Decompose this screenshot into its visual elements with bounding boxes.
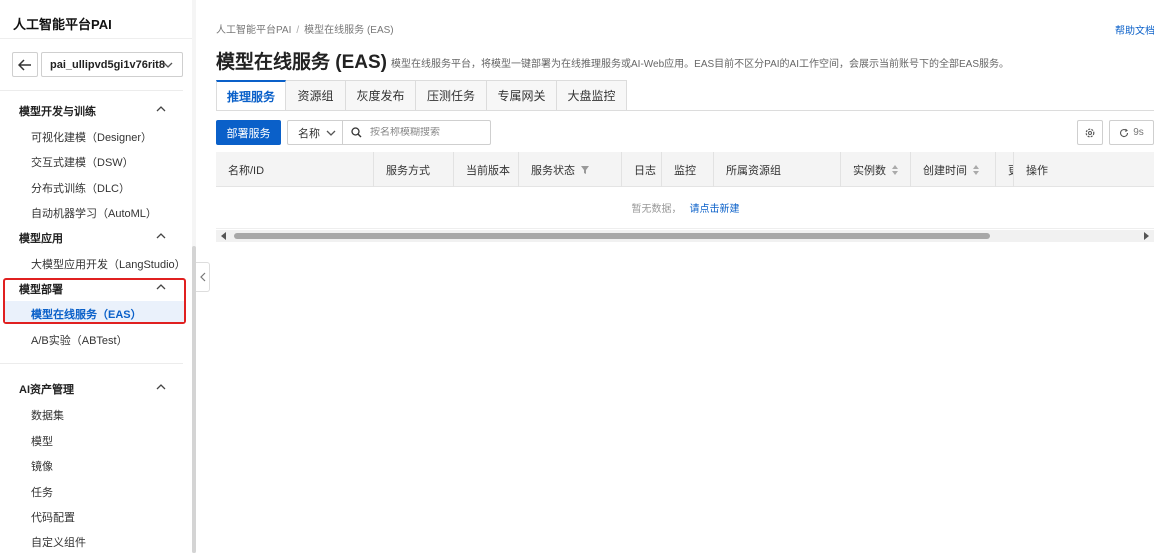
group-title-app[interactable]: 模型应用 xyxy=(19,230,63,246)
divider xyxy=(0,363,183,364)
sidebar-item-designer[interactable]: 可视化建模（Designer） xyxy=(31,129,152,145)
sidebar-item-eas[interactable]: 模型在线服务（EAS） xyxy=(31,306,142,322)
divider xyxy=(0,90,183,91)
divider xyxy=(0,38,195,39)
sidebar-item-abtest[interactable]: A/B实验（ABTest） xyxy=(31,332,128,348)
chevron-up-icon[interactable] xyxy=(155,381,167,393)
brand-title: 人工智能平台PAI xyxy=(13,17,112,32)
search-input[interactable] xyxy=(370,127,480,138)
column-header-instances[interactable]: 实例数 xyxy=(841,152,911,187)
breadcrumb-current: 模型在线服务 (EAS) xyxy=(304,25,394,36)
breadcrumb-root[interactable]: 人工智能平台PAI xyxy=(216,25,291,36)
sidebar-item-datasets[interactable]: 数据集 xyxy=(31,407,64,423)
page-title: 模型在线服务 (EAS) xyxy=(216,52,388,73)
arrow-left-icon xyxy=(18,58,31,71)
column-header-label: 服务状态 xyxy=(531,164,575,177)
filter-field-select[interactable]: 名称 xyxy=(287,120,343,145)
scroll-left-icon[interactable] xyxy=(221,232,227,240)
sidebar-item-code[interactable]: 代码配置 xyxy=(31,509,75,525)
tab-canary-release[interactable]: 灰度发布 xyxy=(346,80,416,111)
chevron-down-icon xyxy=(163,62,173,68)
app-root: 人工智能平台PAI pai_ullipvd5gi1v76rit8 模型开发与训练… xyxy=(0,0,1172,553)
tab-dedicated-gateway[interactable]: 专属网关 xyxy=(487,80,557,111)
refresh-button[interactable]: 9s xyxy=(1109,120,1154,145)
sidebar-item-components[interactable]: 自定义组件 xyxy=(31,534,86,550)
sidebar-item-models[interactable]: 模型 xyxy=(31,433,53,449)
empty-text: 暂无数据， xyxy=(631,204,682,215)
sidebar-item-automl[interactable]: 自动机器学习（AutoML） xyxy=(31,205,157,221)
sidebar-item-dlc[interactable]: 分布式训练（DLC） xyxy=(31,180,130,196)
column-header: 名称/ID xyxy=(216,152,374,187)
column-header: 当前版本 xyxy=(454,152,519,187)
page-edge xyxy=(1154,0,1172,553)
refresh-icon xyxy=(1120,128,1129,137)
table-empty-row: 暂无数据， 请点击新建 xyxy=(216,187,1155,229)
chevron-up-icon[interactable] xyxy=(155,281,167,293)
sort-icon[interactable] xyxy=(972,164,980,175)
settings-button[interactable] xyxy=(1077,120,1103,145)
search-icon xyxy=(351,127,362,138)
search-box[interactable] xyxy=(342,120,491,145)
chevron-left-icon xyxy=(199,272,205,282)
column-header-label: 实例数 xyxy=(853,164,886,177)
column-header: 监控 xyxy=(662,152,714,187)
sidebar: 人工智能平台PAI pai_ullipvd5gi1v76rit8 模型开发与训练… xyxy=(0,0,196,553)
sidebar-item-images[interactable]: 镜像 xyxy=(31,458,53,474)
tab-bar: 推理服务 资源组 灰度发布 压测任务 专属网关 大盘监控 xyxy=(216,80,627,111)
collapse-sidebar-button[interactable] xyxy=(196,262,210,292)
column-header: 服务方式 xyxy=(374,152,454,187)
sort-icon[interactable] xyxy=(891,164,899,175)
tab-stress-test[interactable]: 压测任务 xyxy=(416,80,487,111)
breadcrumb: 人工智能平台PAI / 模型在线服务 (EAS) xyxy=(216,21,394,36)
column-header: 日志 xyxy=(622,152,662,187)
create-new-link[interactable]: 请点击新建 xyxy=(690,200,740,215)
sidebar-item-jobs[interactable]: 任务 xyxy=(31,484,53,500)
back-button[interactable] xyxy=(12,52,38,77)
page-description: 模型在线服务平台，将模型一键部署为在线推理服务或AI-Web应用。EAS目前不区… xyxy=(391,59,1010,70)
scroll-thumb[interactable] xyxy=(234,233,990,239)
filter-icon[interactable] xyxy=(580,165,590,175)
column-header: 操作 xyxy=(1026,164,1048,177)
scroll-right-icon[interactable] xyxy=(1143,232,1149,240)
filter-field-value: 名称 xyxy=(298,127,320,140)
workspace-name: pai_ullipvd5gi1v76rit8 xyxy=(50,58,165,71)
table-horizontal-scrollbar[interactable] xyxy=(216,230,1155,242)
divider xyxy=(216,110,1155,111)
help-docs-link[interactable]: 帮助文档 xyxy=(1115,22,1155,37)
group-title-assets[interactable]: AI资产管理 xyxy=(19,381,74,397)
breadcrumb-separator: / xyxy=(296,25,300,36)
workspace-select[interactable]: pai_ullipvd5gi1v76rit8 xyxy=(41,52,183,77)
tab-resource-group[interactable]: 资源组 xyxy=(286,80,346,111)
sidebar-item-dsw[interactable]: 交互式建模（DSW） xyxy=(31,154,134,170)
column-header-label: 创建时间 xyxy=(923,164,967,177)
column-header-status[interactable]: 服务状态 xyxy=(519,152,622,187)
tab-dashboard[interactable]: 大盘监控 xyxy=(557,80,627,111)
column-header-created[interactable]: 创建时间 xyxy=(911,152,996,187)
sidebar-scroll-thumb[interactable] xyxy=(192,246,196,553)
group-title-deploy[interactable]: 模型部署 xyxy=(19,281,63,297)
group-title-dev[interactable]: 模型开发与训练 xyxy=(19,103,96,119)
column-header: 更 xyxy=(996,152,1014,187)
refresh-interval: 9s xyxy=(1133,127,1144,138)
chevron-up-icon[interactable] xyxy=(155,103,167,115)
column-header: 所属资源组 xyxy=(714,152,841,187)
deploy-service-button[interactable]: 部署服务 xyxy=(216,120,281,145)
chevron-up-icon[interactable] xyxy=(155,230,167,242)
chevron-down-icon xyxy=(326,130,336,136)
table-header: 名称/ID 服务方式 当前版本 服务状态 日志 监控 所属资源组 实例数 创建时… xyxy=(216,152,1155,187)
gear-icon xyxy=(1085,128,1095,137)
tab-inference-service[interactable]: 推理服务 xyxy=(216,80,286,111)
sidebar-item-langstudio[interactable]: 大模型应用开发（LangStudio） xyxy=(31,256,186,272)
